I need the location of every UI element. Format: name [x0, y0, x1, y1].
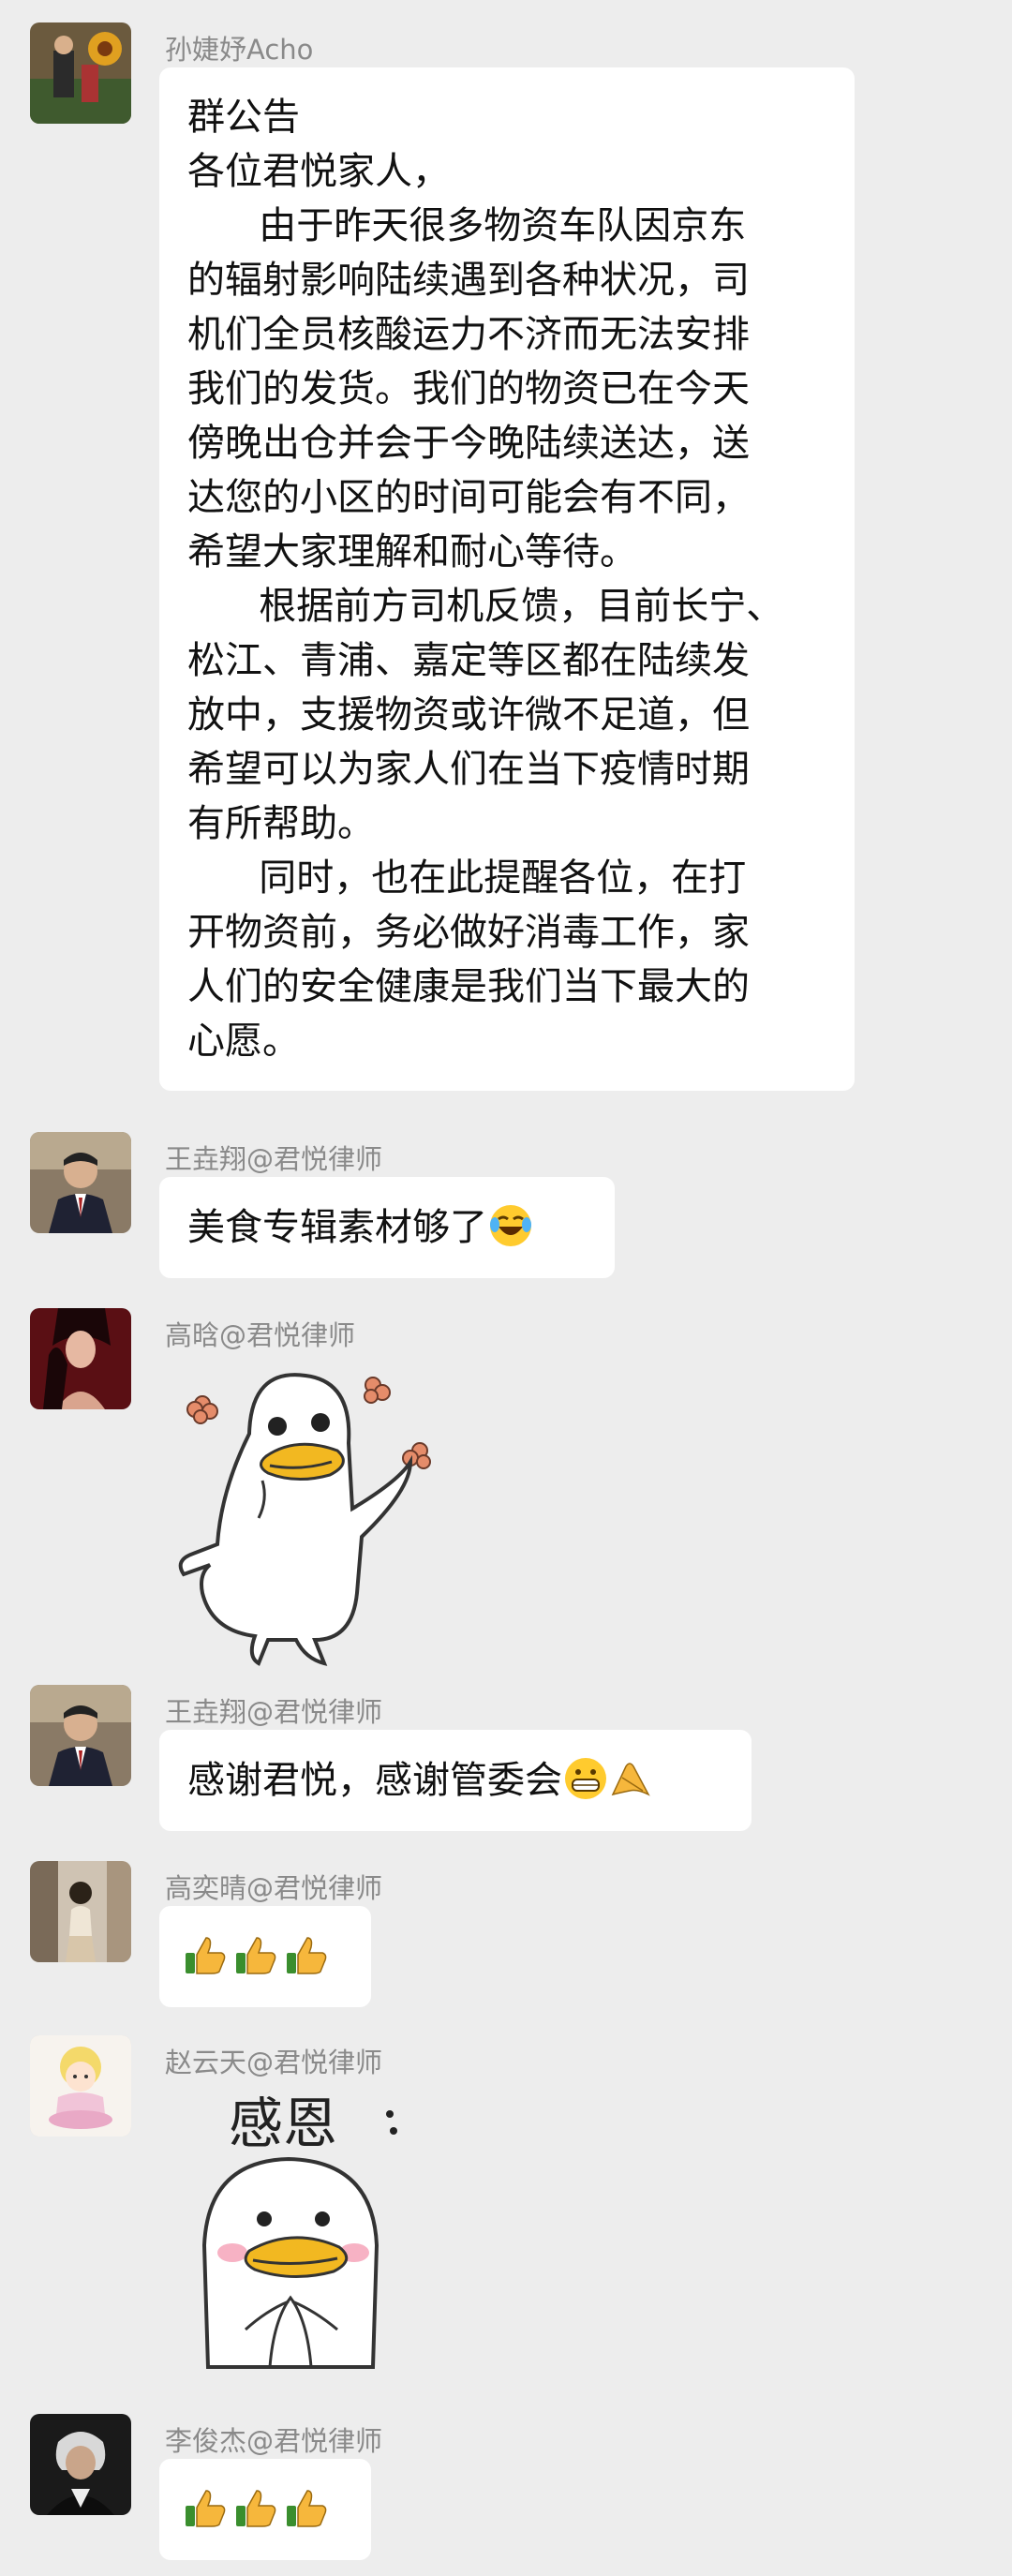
announcement-line: 的辐射影响陆续遇到各种状况，司 [187, 259, 750, 302]
announcement-line: 人们的安全健康是我们当下最大的 [187, 965, 750, 1008]
laugh-cry-emoji-icon [490, 1205, 531, 1246]
announcement-line: 心愿。 [187, 1020, 300, 1063]
sender-name: 高晗@君悦律师 [165, 1319, 356, 1351]
avatar[interactable] [30, 1685, 131, 1786]
avatar[interactable] [30, 1132, 131, 1233]
message-text: 美食专辑素材够了 [187, 1206, 487, 1249]
thumbs-up-icon [186, 1937, 226, 1974]
thumbs-up-icon [287, 2490, 327, 2527]
announcement-title: 群公告 [187, 96, 300, 139]
announcement-line: 机们全员核酸运力不济而无法安排 [187, 313, 750, 356]
announcement-line: 希望可以为家人们在当下疫情时期 [187, 748, 750, 791]
thumbs-up-icon [236, 2490, 276, 2527]
announcement-line: 有所帮助。 [187, 802, 375, 845]
announcement-line: 松江、青浦、嘉定等区都在陆续发 [187, 639, 750, 682]
avatar[interactable] [30, 1861, 131, 1962]
sender-name: 高奕晴@君悦律师 [165, 1872, 383, 1904]
avatar[interactable] [30, 22, 131, 124]
message-text: 感谢君悦，感谢管委会 [187, 1759, 562, 1802]
avatar[interactable] [30, 2035, 131, 2137]
announcement-line: 放中，支援物资或许微不足道，但 [187, 693, 750, 737]
duck-sticker[interactable] [165, 1359, 446, 1672]
sender-name: 王垚翔@君悦律师 [165, 1143, 383, 1175]
announcement-line: 由于昨天很多物资车队因京东 [187, 204, 747, 247]
message-bubble[interactable]: 美食专辑素材够了 [159, 1177, 615, 1278]
bow-hand-emoji-icon [611, 1763, 650, 1796]
message-bubble[interactable]: 群公告 各位君悦家人， 由于昨天很多物资车队因京东 的辐射影响陆续遇到各种状况，… [159, 67, 855, 1091]
sender-name: 王垚翔@君悦律师 [165, 1696, 383, 1728]
announcement-line: 根据前方司机反馈，目前长宁、 [187, 585, 784, 628]
thumbs-up-icon [287, 1937, 327, 1974]
avatar[interactable] [30, 1308, 131, 1409]
message-bubble[interactable] [159, 2459, 371, 2560]
announcement-greeting: 各位君悦家人， [187, 150, 450, 193]
grin-emoji-icon [565, 1758, 606, 1799]
announcement-line: 希望大家理解和耐心等待。 [187, 530, 637, 573]
announcement-line: 同时，也在此提醒各位，在打 [187, 856, 747, 900]
announcement-line: 傍晚出仓并会于今晚陆续送达，送 [187, 422, 750, 465]
announcement-line: 我们的发货。我们的物资已在今天 [187, 367, 750, 410]
avatar[interactable] [30, 2414, 131, 2515]
thumbs-up-icon [186, 2490, 226, 2527]
message-bubble[interactable] [159, 1906, 371, 2007]
duck-thanks-sticker[interactable]: 感恩 [165, 2086, 427, 2386]
sender-name: 孙婕妤Acho [165, 34, 314, 66]
sender-name: 赵云天@君悦律师 [165, 2047, 383, 2078]
sender-name: 李俊杰@君悦律师 [165, 2425, 383, 2457]
announcement-line: 达您的小区的时间可能会有不同， [187, 476, 750, 519]
message-bubble[interactable]: 感谢君悦，感谢管委会 [159, 1730, 752, 1831]
thumbs-up-icon [236, 1937, 276, 1974]
announcement-line: 开物资前，务必做好消毒工作，家 [187, 911, 750, 954]
